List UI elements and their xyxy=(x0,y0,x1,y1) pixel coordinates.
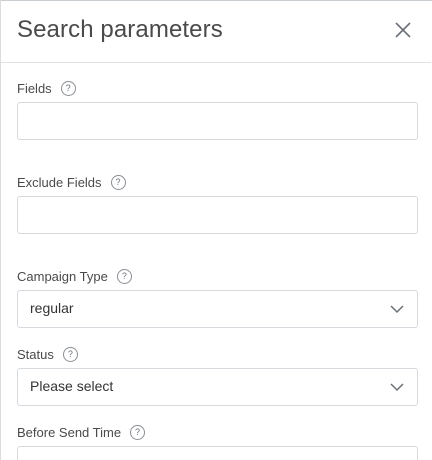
exclude-fields-label-row: Exclude Fields ? xyxy=(17,175,126,190)
status-label: Status xyxy=(17,347,54,362)
chevron-down-icon xyxy=(390,305,404,314)
help-icon[interactable]: ? xyxy=(110,175,126,190)
campaign-type-label-row: Campaign Type ? xyxy=(17,269,132,284)
close-button[interactable] xyxy=(393,20,413,40)
panel-title: Search parameters xyxy=(17,16,223,43)
help-icon[interactable]: ? xyxy=(60,81,76,96)
help-icon[interactable]: ? xyxy=(62,347,78,362)
exclude-fields-input[interactable] xyxy=(17,196,418,234)
status-select[interactable]: Please select xyxy=(17,368,418,406)
close-icon xyxy=(395,22,411,38)
before-send-time-label-row: Before Send Time ? xyxy=(17,425,146,440)
help-icon[interactable]: ? xyxy=(116,269,132,284)
fields-input[interactable] xyxy=(17,102,418,140)
help-icon[interactable]: ? xyxy=(130,425,146,440)
fields-label: Fields xyxy=(17,81,52,96)
search-parameters-panel: Search parameters Fields ? Exclude Field… xyxy=(0,0,431,460)
campaign-type-value: regular xyxy=(30,300,74,316)
before-send-time-input[interactable] xyxy=(17,446,418,460)
status-label-row: Status ? xyxy=(17,347,78,362)
campaign-type-select[interactable]: regular xyxy=(17,290,418,328)
before-send-time-label: Before Send Time xyxy=(17,425,122,440)
campaign-type-label: Campaign Type xyxy=(17,269,108,284)
chevron-down-icon xyxy=(390,383,404,392)
exclude-fields-label: Exclude Fields xyxy=(17,175,102,190)
status-value: Please select xyxy=(30,378,114,394)
fields-label-row: Fields ? xyxy=(17,81,76,96)
panel-header: Search parameters xyxy=(1,0,431,63)
